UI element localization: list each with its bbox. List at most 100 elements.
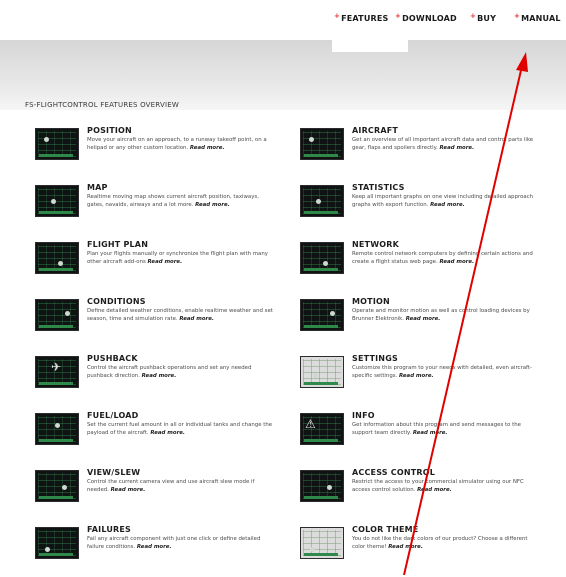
thumbnail-indicator [62,485,67,490]
feature-thumbnail[interactable] [300,185,344,217]
feature-description-text: You do not like the dark colors of our p… [352,536,528,550]
feature-flight-plan: FLIGHT PLAN Plan your flights manually or… [35,240,285,292]
feature-title: INFO [352,411,375,420]
plus-icon: + [334,12,341,20]
thumbnail-indicator [310,547,315,552]
feature-title: MAP [87,183,108,192]
read-more-link[interactable]: Read more. [399,373,434,379]
feature-title: COLOR THEME [352,525,419,534]
top-navigation-bar: +FEATURES +DOWNLOAD +BUY +MANUAL [0,0,566,50]
read-more-link[interactable]: Read more. [195,202,230,208]
feature-description: Move your aircraft on an approach, to a … [87,136,277,152]
feature-description: Restrict the access to your commercial s… [352,478,542,494]
hero-banner [0,40,566,110]
feature-description: Get an overview of all important aircraf… [352,136,542,152]
feature-description-text: Customize this program to your needs wit… [352,365,532,379]
feature-title: FLIGHT PLAN [87,240,149,249]
plus-icon: + [470,12,477,20]
active-tab-indicator [332,40,408,52]
feature-motion: MOTION Operate and monitor motion as well… [300,297,550,349]
read-more-link[interactable]: Read more. [190,145,225,151]
read-more-link[interactable]: Read more. [388,544,423,550]
feature-description-text: Operate and monitor motion as well as co… [352,308,530,322]
nav-features-label: FEATURES [341,14,389,23]
feature-title: MOTION [352,297,390,306]
read-more-link[interactable]: Read more. [439,259,474,265]
feature-thumbnail[interactable] [300,299,344,331]
feature-thumbnail[interactable] [300,470,344,502]
feature-thumbnail[interactable] [35,413,79,445]
thumbnail-indicator [309,137,314,142]
feature-title: AIRCRAFT [352,126,399,135]
feature-thumbnail[interactable] [35,128,79,160]
feature-title: PUSHBACK [87,354,138,363]
feature-thumbnail[interactable] [300,356,344,388]
read-more-link[interactable]: Read more. [142,373,177,379]
feature-description: Operate and monitor motion as well as co… [352,307,542,323]
feature-thumbnail[interactable] [300,128,344,160]
feature-title: ACCESS CONTROL [352,468,436,477]
feature-description: Control the aircraft pushback operations… [87,364,277,380]
nav-manual[interactable]: +MANUAL [514,12,561,23]
read-more-link[interactable]: Read more. [148,259,183,265]
feature-thumbnail[interactable] [300,242,344,274]
thumbnail-indicator [313,373,318,378]
thumbnail-indicator [330,311,335,316]
feature-description: Realtime moving map shows current aircra… [87,193,277,209]
feature-info: ⚠ INFO Get information about this program … [300,411,550,463]
feature-map: MAP Realtime moving map shows current air… [35,183,285,235]
feature-description: Keep all important graphs on one view in… [352,193,542,209]
feature-description: You do not like the dark colors of our p… [352,535,542,551]
read-more-link[interactable]: Read more. [430,202,465,208]
feature-pushback: ✈ PUSHBACK Control the aircraft pushback o… [35,354,285,406]
feature-thumbnail[interactable]: ✈ [35,356,79,388]
feature-color-theme: COLOR THEME You do not like the dark colo… [300,525,550,577]
plus-icon: + [395,12,402,20]
feature-thumbnail[interactable] [35,527,79,559]
nav-download[interactable]: +DOWNLOAD [395,12,457,23]
feature-thumbnail[interactable] [35,242,79,274]
thumbnail-indicator [316,199,321,204]
nav-buy[interactable]: +BUY [470,12,497,23]
feature-thumbnail[interactable] [35,470,79,502]
read-more-link[interactable]: Read more. [111,487,146,493]
feature-thumbnail[interactable] [35,299,79,331]
read-more-link[interactable]: Read more. [417,487,452,493]
read-more-link[interactable]: Read more. [179,316,214,322]
thumbnail-indicator [45,547,50,552]
read-more-link[interactable]: Read more. [406,316,441,322]
feature-description: Fail any aircraft component with just on… [87,535,277,551]
feature-title: STATISTICS [352,183,405,192]
feature-title: SETTINGS [352,354,398,363]
plus-icon: + [514,12,521,20]
feature-access-control: ACCESS CONTROL Restrict the access to you… [300,468,550,520]
feature-fuel-load: FUEL/LOAD Set the current fuel amount in … [35,411,285,463]
feature-failures: FAILURES Fail any aircraft component with… [35,525,285,577]
thumbnail-indicator [323,261,328,266]
read-more-link[interactable]: Read more. [413,430,448,436]
nav-buy-label: BUY [477,14,497,23]
nav-manual-label: MANUAL [521,14,561,23]
feature-description: Plan your flights manually or synchroniz… [87,250,277,266]
feature-title: FAILURES [87,525,132,534]
feature-description: Get information about this program and s… [352,421,542,437]
warning-icon: ⚠ [305,417,316,431]
read-more-link[interactable]: Read more. [137,544,172,550]
feature-statistics: STATISTICS Keep all important graphs on o… [300,183,550,235]
feature-description: Set the current fuel amount in all or in… [87,421,277,437]
read-more-link[interactable]: Read more. [440,145,475,151]
thumbnail-indicator [65,311,70,316]
feature-description-text: Fail any aircraft component with just on… [87,536,261,550]
feature-description: Remote control network computers by defi… [352,250,542,266]
feature-thumbnail[interactable]: ⚠ [300,413,344,445]
feature-description-text: Move your aircraft on an approach, to a … [87,137,267,151]
feature-thumbnail[interactable] [35,185,79,217]
feature-title: NETWORK [352,240,400,249]
feature-view-slew: VIEW/SLEW Control the current camera view… [35,468,285,520]
read-more-link[interactable]: Read more. [150,430,185,436]
main-nav: +FEATURES +DOWNLOAD +BUY +MANUAL [0,8,566,50]
feature-network: NETWORK Remote control network computers … [300,240,550,292]
feature-title: CONDITIONS [87,297,146,306]
feature-thumbnail[interactable] [300,527,344,559]
feature-title: POSITION [87,126,132,135]
